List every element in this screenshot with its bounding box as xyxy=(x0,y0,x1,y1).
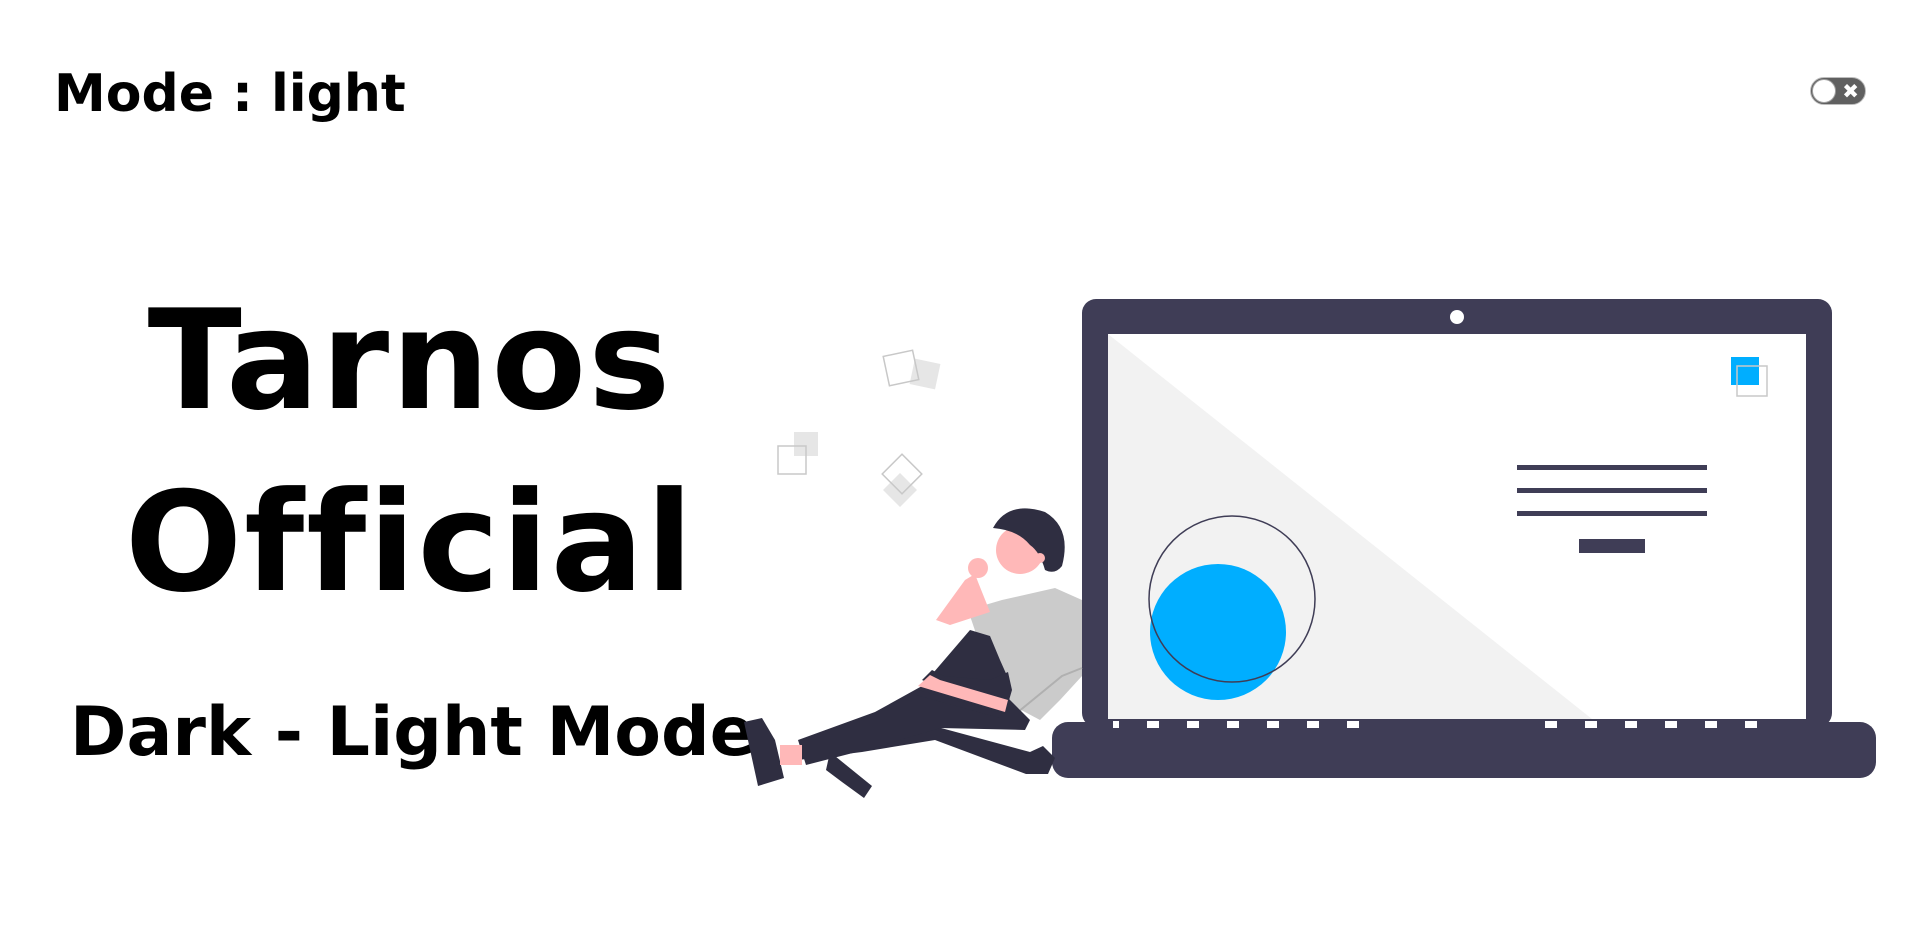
laptop xyxy=(1052,299,1876,778)
hero-illustration xyxy=(744,299,1876,798)
floating-squares-decoration xyxy=(777,349,941,507)
person-figure xyxy=(744,508,1083,798)
